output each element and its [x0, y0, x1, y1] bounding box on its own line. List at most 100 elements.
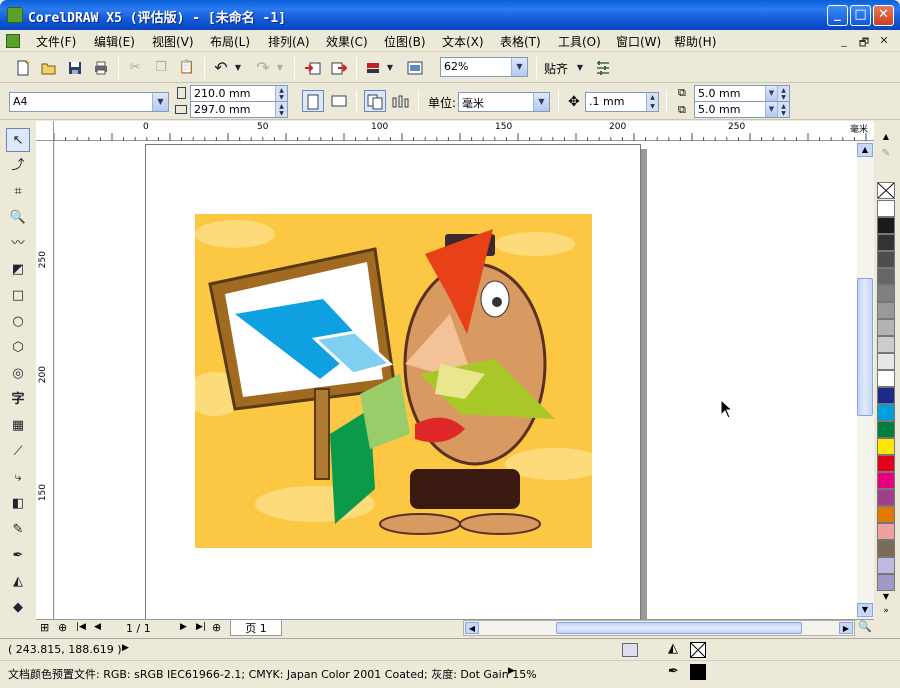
text-tool-icon[interactable]: 字 — [6, 388, 30, 412]
paste-icon[interactable]: 📋 — [176, 57, 198, 79]
vertical-scrollbar[interactable]: ▲ ▼ — [857, 141, 874, 619]
palette-scroll-up-icon[interactable]: ▲ — [878, 132, 894, 144]
zoom-navigator-icon[interactable]: 🔍 — [858, 620, 872, 633]
blend-tool-icon[interactable]: ◧ — [6, 492, 30, 516]
dimension-tool-icon[interactable]: ⟋ — [6, 440, 30, 464]
zoom-tool-icon[interactable]: 🔍 — [6, 206, 30, 230]
snap-to-menu[interactable]: 贴齐 — [544, 60, 568, 77]
pick-tool-icon[interactable]: ↖ — [6, 128, 30, 152]
eyedropper-tool-icon[interactable]: ✎ — [6, 518, 30, 542]
new-icon[interactable] — [12, 57, 34, 79]
palette-expand-icon[interactable]: » — [878, 606, 894, 618]
next-page-icon[interactable]: ▶ — [180, 622, 187, 632]
options-icon[interactable] — [592, 57, 614, 79]
color-swatch[interactable] — [877, 234, 895, 251]
basic-shapes-tool-icon[interactable]: ◎ — [6, 362, 30, 386]
snap-dropdown-icon[interactable]: ▼ — [574, 57, 586, 79]
menu-text[interactable]: 文本(X) — [442, 33, 484, 50]
spin-down-icon[interactable]: ▼ — [275, 109, 287, 117]
units-combo[interactable]: 毫米 ▼ — [458, 92, 550, 112]
import-icon[interactable] — [302, 57, 324, 79]
rectangle-tool-icon[interactable]: □ — [6, 284, 30, 308]
color-swatch[interactable] — [877, 319, 895, 336]
color-swatch[interactable] — [877, 353, 895, 370]
last-page-icon[interactable]: ▶| — [196, 622, 206, 632]
color-swatch[interactable] — [877, 404, 895, 421]
polygon-tool-icon[interactable]: ⬡ — [6, 336, 30, 360]
menu-effects[interactable]: 效果(C) — [326, 33, 368, 50]
page-width-field[interactable]: 210.0 mm ▲ ▼ — [190, 85, 288, 102]
color-swatch[interactable] — [877, 523, 895, 540]
maximize-button[interactable]: □ — [850, 5, 871, 26]
add-page-after-icon[interactable]: ⊕ — [212, 621, 221, 634]
scroll-right-icon[interactable]: ▶ — [839, 622, 853, 634]
interactive-fill-tool-icon[interactable]: ◆ — [6, 596, 30, 620]
scroll-left-icon[interactable]: ◀ — [465, 622, 479, 634]
smart-fill-tool-icon[interactable]: ◩ — [6, 258, 30, 282]
page-height-field[interactable]: 297.0 mm ▲ ▼ — [190, 101, 288, 118]
portrait-orientation-button[interactable] — [302, 90, 324, 112]
zoom-level-combo[interactable]: 62% ▼ — [440, 57, 528, 77]
page-size-combo[interactable]: A4 ▼ — [9, 92, 169, 112]
navigator-corner-icon[interactable]: ⊞ — [40, 621, 49, 634]
no-color-swatch[interactable] — [877, 182, 895, 199]
doc-minimize-button[interactable]: _ — [836, 34, 852, 48]
menu-arrange[interactable]: 排列(A) — [268, 33, 310, 50]
color-swatch[interactable] — [877, 268, 895, 285]
menu-view[interactable]: 视图(V) — [152, 33, 194, 50]
export-icon[interactable] — [328, 57, 350, 79]
chevron-down-icon[interactable]: ▼ — [533, 93, 549, 111]
menu-file[interactable]: 文件(F) — [36, 33, 76, 50]
snapshot-icon[interactable] — [622, 643, 638, 657]
menu-layout[interactable]: 布局(L) — [210, 33, 250, 50]
copy-icon[interactable]: ❐ — [150, 57, 172, 79]
current-page-button[interactable] — [390, 90, 412, 112]
color-swatch[interactable] — [877, 217, 895, 234]
horizontal-ruler[interactable]: 0 50 100 150 200 250 毫米 — [54, 121, 874, 141]
horizontal-scroll-thumb[interactable] — [556, 622, 802, 634]
minimize-button[interactable]: _ — [827, 5, 848, 26]
color-swatch[interactable] — [877, 370, 895, 387]
spin-down-icon[interactable]: ▼ — [777, 109, 789, 117]
vertical-ruler[interactable]: 250 200 150 — [36, 141, 54, 621]
chevron-down-icon[interactable]: ▼ — [765, 102, 777, 117]
color-swatch[interactable] — [877, 387, 895, 404]
chevron-down-icon[interactable]: ▼ — [765, 86, 777, 101]
doc-close-button[interactable]: ✕ — [876, 34, 892, 48]
vertical-scroll-thumb[interactable] — [857, 278, 873, 416]
coordinates-arrow-icon[interactable]: ▶ — [122, 643, 129, 653]
menu-tools[interactable]: 工具(O) — [558, 33, 601, 50]
color-swatch[interactable] — [877, 455, 895, 472]
app-launcher-dropdown-icon[interactable]: ▼ — [384, 57, 396, 79]
first-page-icon[interactable]: |◀ — [76, 622, 86, 632]
ruler-origin-corner[interactable] — [36, 121, 54, 141]
menu-bitmaps[interactable]: 位图(B) — [384, 33, 426, 50]
undo-icon[interactable]: ↶ — [210, 57, 232, 79]
nudge-distance-field[interactable]: .1 mm ▲ ▼ — [585, 92, 659, 112]
color-swatch[interactable] — [877, 251, 895, 268]
chevron-down-icon[interactable]: ▼ — [511, 58, 527, 76]
redo-dropdown-icon[interactable]: ▼ — [274, 57, 286, 79]
all-pages-button[interactable] — [364, 90, 386, 112]
palette-eyedropper-icon[interactable]: ✎ — [878, 148, 894, 162]
table-tool-icon[interactable]: ▦ — [6, 414, 30, 438]
menu-help[interactable]: 帮助(H) — [674, 33, 716, 50]
duplicate-distance-x-field[interactable]: 5.0 mm ▼ ▲ ▼ — [694, 85, 790, 102]
shape-tool-icon[interactable]: ⤴ — [6, 154, 30, 178]
close-button[interactable]: ✕ — [873, 5, 894, 26]
connector-tool-icon[interactable]: ⤷ — [6, 466, 30, 490]
menu-edit[interactable]: 编辑(E) — [94, 33, 135, 50]
imported-artwork[interactable] — [195, 214, 592, 548]
color-swatch[interactable] — [877, 421, 895, 438]
document-icon[interactable] — [6, 34, 20, 48]
fill-tool-icon[interactable]: ◭ — [6, 570, 30, 594]
open-icon[interactable] — [38, 57, 60, 79]
landscape-orientation-button[interactable] — [328, 90, 350, 112]
ellipse-tool-icon[interactable]: ○ — [6, 310, 30, 334]
add-page-before-icon[interactable]: ⊕ — [58, 621, 67, 634]
spin-down-icon[interactable]: ▼ — [646, 102, 658, 111]
scroll-down-icon[interactable]: ▼ — [857, 603, 873, 617]
menu-table[interactable]: 表格(T) — [500, 33, 541, 50]
color-swatch[interactable] — [877, 302, 895, 319]
color-swatch[interactable] — [877, 540, 895, 557]
